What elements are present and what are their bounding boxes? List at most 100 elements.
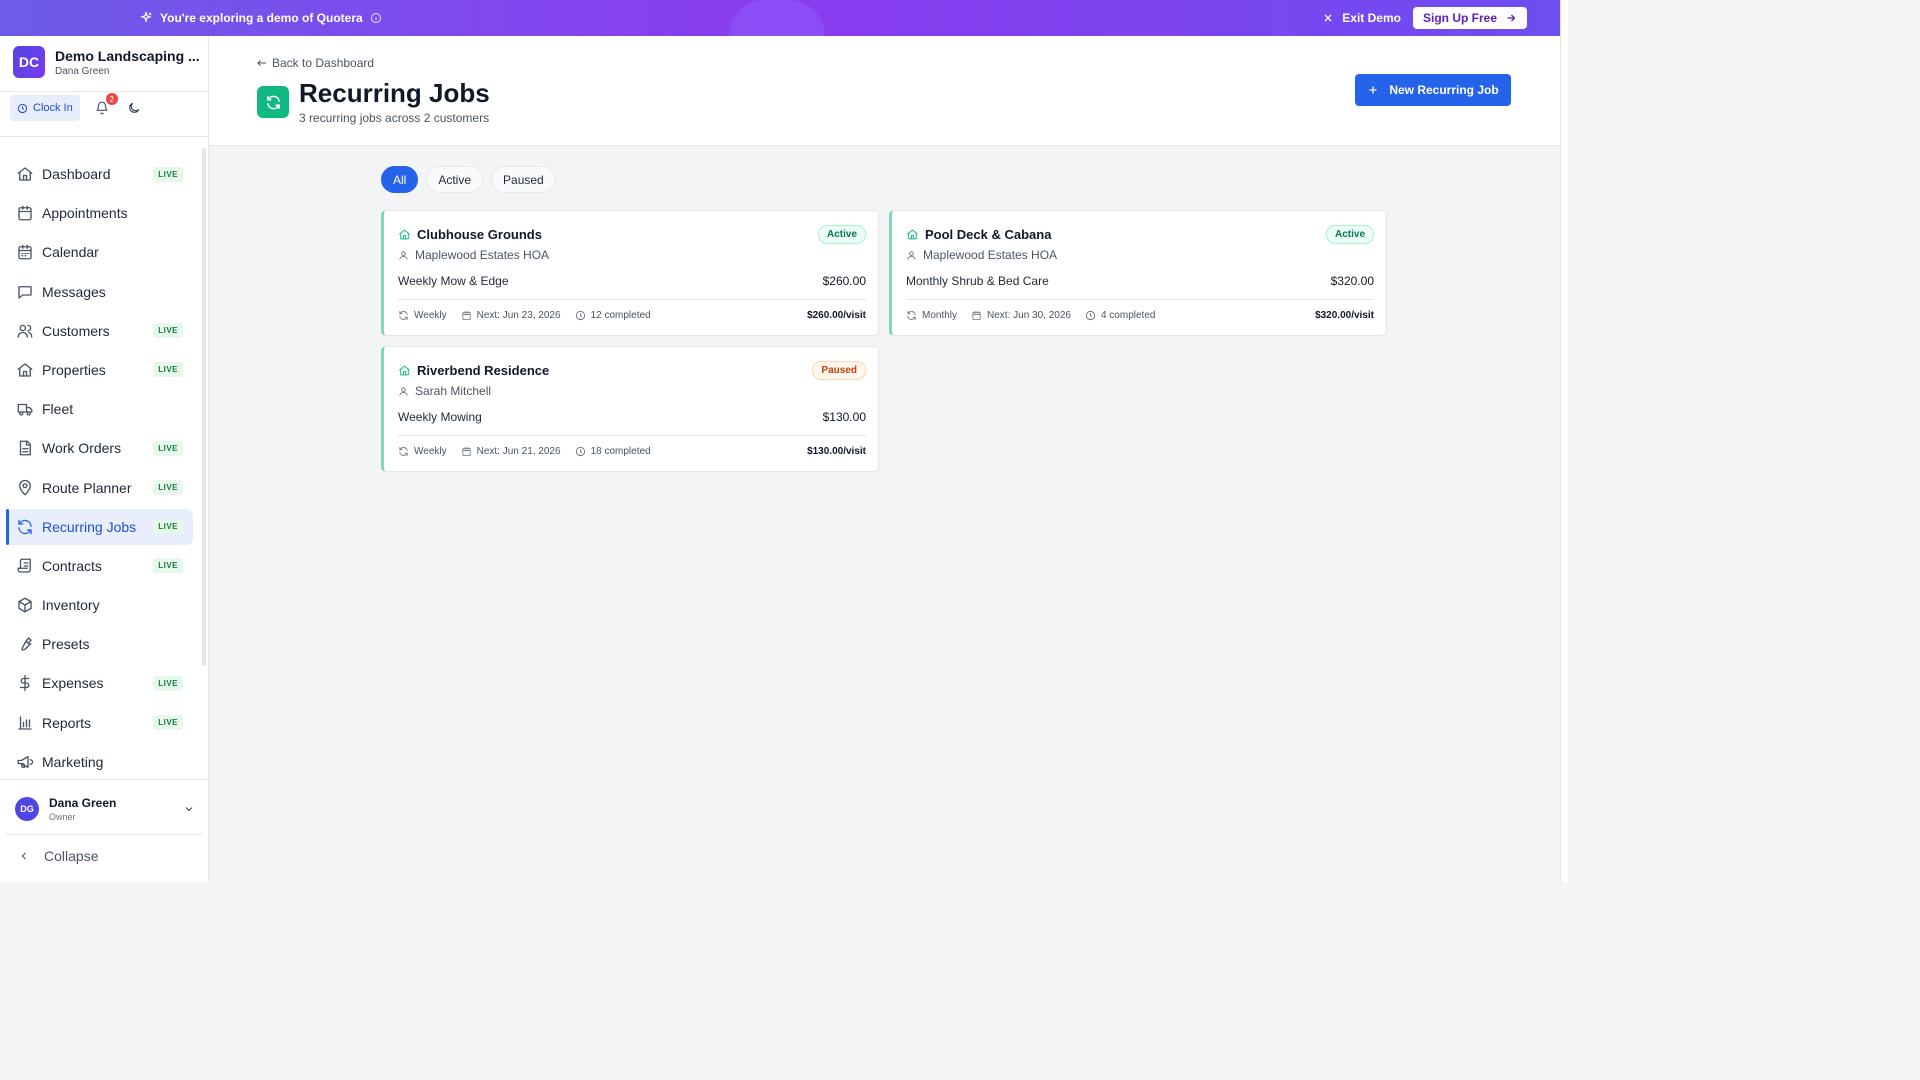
service-name: Weekly Mow & Edge: [398, 274, 509, 288]
divider: [0, 91, 208, 92]
status-filter-tabs: All Active Paused: [381, 166, 556, 193]
sidebar-item-label: Work Orders: [42, 440, 122, 457]
filter-all[interactable]: All: [381, 166, 419, 193]
calendar-icon: [971, 310, 982, 321]
collapse-button[interactable]: Collapse: [18, 848, 98, 864]
sidebar-scrollbar[interactable]: [202, 148, 206, 666]
filter-active[interactable]: Active: [426, 166, 484, 193]
job-customer[interactable]: Maplewood Estates HOA: [398, 248, 549, 262]
job-customer[interactable]: Maplewood Estates HOA: [906, 248, 1057, 262]
refresh-icon: [906, 310, 917, 321]
job-meta: Monthly Next: Jun 30, 2026 4 completed: [906, 310, 1155, 321]
sidebar-item-fleet[interactable]: Fleet: [6, 391, 193, 427]
new-recurring-job-label: New Recurring Job: [1389, 83, 1499, 97]
recurring-job-card[interactable]: Riverbend Residence Paused Sarah Mitchell W…: [381, 346, 879, 472]
clock-in-label: Clock In: [33, 102, 73, 114]
arrow-left-icon: [256, 57, 268, 69]
customer-name: Maplewood Estates HOA: [923, 248, 1058, 262]
sidebar-item-label: Expenses: [42, 675, 104, 692]
sidebar-item-route-planner[interactable]: Route Planner LIVE: [6, 470, 193, 506]
user-name: Dana Green: [49, 796, 117, 810]
sparkle-icon: [139, 11, 153, 25]
org-user: Dana Green: [55, 65, 110, 77]
chevron-down-icon: [183, 803, 195, 815]
job-rate: $320.00/visit: [1315, 310, 1374, 321]
moon-icon: [127, 101, 141, 115]
scroll-icon: [16, 557, 34, 575]
clock-icon: [17, 103, 28, 114]
theme-toggle[interactable]: [124, 95, 144, 121]
home-icon: [398, 228, 411, 241]
job-frequency: Weekly: [414, 310, 447, 321]
recurring-job-card[interactable]: Pool Deck & Cabana Active Maplewood Estate…: [889, 210, 1387, 336]
chevron-left-icon: [18, 850, 30, 862]
banner-message: You're exploring a demo of Quotera: [139, 0, 382, 36]
live-badge: LIVE: [153, 558, 183, 574]
sidebar-item-dashboard[interactable]: Dashboard LIVE: [6, 156, 193, 192]
live-badge: LIVE: [153, 480, 183, 495]
org-switcher[interactable]: DC Demo Landscaping ... Dana Green: [13, 46, 200, 78]
job-completed-count: 12 completed: [590, 310, 651, 321]
banner-decoration: [729, 0, 825, 36]
filter-paused[interactable]: Paused: [491, 166, 556, 193]
page-subtitle: 3 recurring jobs across 2 customers: [299, 111, 490, 125]
notifications-button[interactable]: 2: [92, 93, 118, 121]
collapse-label: Collapse: [44, 848, 99, 864]
service-price: $130.00: [822, 410, 866, 424]
divider: [0, 136, 208, 137]
user-menu[interactable]: DG Dana Green Owner: [15, 796, 195, 822]
sidebar-item-presets[interactable]: Presets: [6, 626, 193, 662]
sign-up-button[interactable]: Sign Up Free: [1412, 7, 1527, 29]
sidebar-item-reports[interactable]: Reports LIVE: [6, 705, 193, 741]
exit-demo-button[interactable]: Exit Demo: [1322, 11, 1401, 25]
package-icon: [16, 596, 34, 614]
sidebar-item-recurring-jobs[interactable]: Recurring Jobs LIVE: [6, 508, 193, 545]
back-label: Back to Dashboard: [272, 56, 375, 70]
live-badge: LIVE: [153, 362, 183, 378]
clock-in-button[interactable]: Clock In: [10, 95, 80, 121]
user-icon: [398, 386, 409, 397]
live-badge: LIVE: [153, 715, 183, 731]
recurring-job-card[interactable]: Clubhouse Grounds Active Maplewood Estates…: [381, 210, 879, 336]
calendar-icon: [461, 310, 472, 321]
sidebar-item-customers[interactable]: Customers LIVE: [6, 313, 193, 349]
sidebar-item-properties[interactable]: Properties LIVE: [6, 352, 193, 388]
sidebar-item-messages[interactable]: Messages: [6, 274, 193, 310]
org-avatar: DC: [13, 46, 45, 78]
customer-name: Maplewood Estates HOA: [415, 248, 550, 262]
info-icon[interactable]: [370, 12, 382, 24]
user-icon: [398, 250, 409, 261]
clock-icon: [1085, 310, 1096, 321]
sidebar-item-label: Calendar: [42, 244, 99, 261]
job-completed-count: 4 completed: [1100, 310, 1156, 321]
status-badge: Paused: [812, 361, 866, 380]
avatar: DG: [15, 797, 39, 821]
sidebar-item-label: Inventory: [42, 597, 100, 614]
job-customer[interactable]: Sarah Mitchell: [398, 384, 491, 398]
home-icon: [398, 364, 411, 377]
sidebar-item-label: Properties: [42, 361, 106, 378]
close-icon: [1322, 12, 1334, 24]
service-name: Weekly Mowing: [398, 410, 482, 424]
sidebar-item-label: Appointments: [42, 205, 128, 222]
user-icon: [906, 250, 917, 261]
org-name: Demo Landscaping ...: [55, 47, 200, 64]
megaphone-icon: [16, 753, 34, 771]
sidebar-item-label: Messages: [42, 283, 106, 300]
clock-icon: [575, 446, 586, 457]
sidebar-item-inventory[interactable]: Inventory: [6, 587, 193, 623]
sidebar-item-expenses[interactable]: Expenses LIVE: [6, 665, 193, 701]
sidebar-item-work-orders[interactable]: Work Orders LIVE: [6, 430, 193, 466]
sidebar-item-contracts[interactable]: Contracts LIVE: [6, 548, 193, 584]
divider: [398, 299, 866, 300]
sign-up-label: Sign Up Free: [1422, 11, 1497, 25]
job-next-date: Next: Jun 23, 2026: [476, 310, 561, 321]
page-scrollbar[interactable]: [1560, 0, 1568, 882]
back-to-dashboard-link[interactable]: Back to Dashboard: [256, 56, 374, 70]
sidebar-item-marketing[interactable]: Marketing: [6, 744, 193, 780]
sidebar-item-appointments[interactable]: Appointments: [6, 195, 193, 231]
home-icon: [16, 361, 34, 379]
status-badge: Active: [817, 225, 866, 244]
new-recurring-job-button[interactable]: New Recurring Job: [1355, 74, 1511, 106]
sidebar-item-calendar[interactable]: Calendar: [6, 234, 193, 270]
